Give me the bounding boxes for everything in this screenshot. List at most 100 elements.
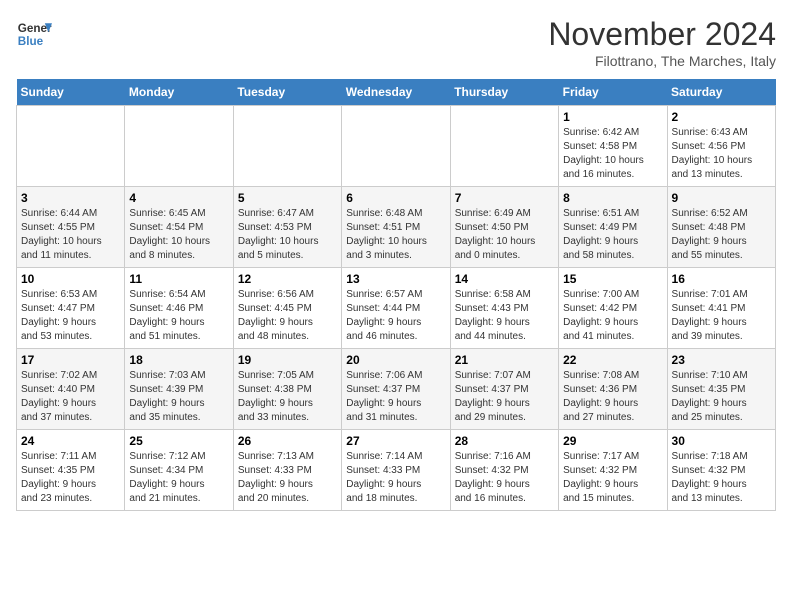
logo-icon: General Blue: [16, 16, 52, 52]
day-info: Sunrise: 7:13 AM Sunset: 4:33 PM Dayligh…: [238, 450, 337, 506]
calendar-day-22: 22Sunrise: 7:08 AM Sunset: 4:36 PM Dayli…: [559, 349, 667, 430]
day-number: 1: [563, 110, 662, 124]
weekday-header-wednesday: Wednesday: [342, 79, 450, 106]
calendar-day-13: 13 Sunrise: 6:57 AM Sunset: 4:44 PM Dayli…: [342, 268, 450, 349]
location-subtitle: Filottrano, The Marches, Italy: [548, 53, 776, 69]
calendar-day-6: 6 Sunrise: 6:48 AM Sunset: 4:51 PM Daylig…: [342, 187, 450, 268]
day-number: 4: [129, 191, 228, 205]
day-number: 8: [563, 191, 662, 205]
day-info: Sunrise: 7:12 AM Sunset: 4:34 PM Dayligh…: [129, 450, 228, 506]
svg-text:Blue: Blue: [18, 35, 44, 48]
calendar-week-row: 3Sunrise: 6:44 AM Sunset: 4:55 PM Daylig…: [17, 187, 776, 268]
day-number: 12: [238, 272, 337, 286]
calendar-day-18: 18 Sunrise: 7:03 AM Sunset: 4:39 PM Dayli…: [125, 349, 233, 430]
calendar-day-4: 4 Sunrise: 6:45 AM Sunset: 4:54 PM Daylig…: [125, 187, 233, 268]
day-info: Sunrise: 7:07 AM Sunset: 4:37 PM Dayligh…: [455, 369, 554, 425]
calendar-day-empty: [125, 106, 233, 187]
day-info: Sunrise: 7:14 AM Sunset: 4:33 PM Dayligh…: [346, 450, 445, 506]
day-number: 2: [672, 110, 771, 124]
day-info: Sunrise: 6:45 AM Sunset: 4:54 PM Dayligh…: [129, 207, 228, 263]
day-number: 23: [672, 353, 771, 367]
day-number: 15: [563, 272, 662, 286]
day-number: 21: [455, 353, 554, 367]
day-number: 29: [563, 434, 662, 448]
calendar-day-8: 8Sunrise: 6:51 AM Sunset: 4:49 PM Daylig…: [559, 187, 667, 268]
day-info: Sunrise: 7:17 AM Sunset: 4:32 PM Dayligh…: [563, 450, 662, 506]
day-info: Sunrise: 6:49 AM Sunset: 4:50 PM Dayligh…: [455, 207, 554, 263]
day-info: Sunrise: 6:56 AM Sunset: 4:45 PM Dayligh…: [238, 288, 337, 344]
calendar-day-7: 7 Sunrise: 6:49 AM Sunset: 4:50 PM Daylig…: [450, 187, 558, 268]
calendar-day-empty: [233, 106, 341, 187]
calendar-day-10: 10 Sunrise: 6:53 AM Sunset: 4:47 PM Dayli…: [17, 268, 125, 349]
day-info: Sunrise: 7:06 AM Sunset: 4:37 PM Dayligh…: [346, 369, 445, 425]
calendar-day-25: 25 Sunrise: 7:12 AM Sunset: 4:34 PM Dayli…: [125, 430, 233, 511]
day-number: 25: [129, 434, 228, 448]
day-info: Sunrise: 7:11 AM Sunset: 4:35 PM Dayligh…: [21, 450, 120, 506]
calendar-day-24: 24 Sunrise: 7:11 AM Sunset: 4:35 PM Dayli…: [17, 430, 125, 511]
calendar-day-21: 21 Sunrise: 7:07 AM Sunset: 4:37 PM Dayli…: [450, 349, 558, 430]
day-number: 14: [455, 272, 554, 286]
day-info: Sunrise: 7:10 AM Sunset: 4:35 PM Dayligh…: [672, 369, 771, 425]
calendar-week-row: 17 Sunrise: 7:02 AM Sunset: 4:40 PM Dayli…: [17, 349, 776, 430]
day-number: 11: [129, 272, 228, 286]
weekday-header-saturday: Saturday: [667, 79, 775, 106]
calendar-day-16: 16 Sunrise: 7:01 AM Sunset: 4:41 PM Dayli…: [667, 268, 775, 349]
calendar-day-29: 29 Sunrise: 7:17 AM Sunset: 4:32 PM Dayli…: [559, 430, 667, 511]
day-info: Sunrise: 7:00 AM Sunset: 4:42 PM Dayligh…: [563, 288, 662, 344]
day-number: 5: [238, 191, 337, 205]
weekday-header-sunday: Sunday: [17, 79, 125, 106]
day-info: Sunrise: 6:54 AM Sunset: 4:46 PM Dayligh…: [129, 288, 228, 344]
calendar-day-27: 27 Sunrise: 7:14 AM Sunset: 4:33 PM Dayli…: [342, 430, 450, 511]
day-number: 28: [455, 434, 554, 448]
day-number: 10: [21, 272, 120, 286]
day-info: Sunrise: 7:16 AM Sunset: 4:32 PM Dayligh…: [455, 450, 554, 506]
calendar-day-3: 3Sunrise: 6:44 AM Sunset: 4:55 PM Daylig…: [17, 187, 125, 268]
day-info: Sunrise: 7:03 AM Sunset: 4:39 PM Dayligh…: [129, 369, 228, 425]
day-number: 6: [346, 191, 445, 205]
calendar-day-23: 23 Sunrise: 7:10 AM Sunset: 4:35 PM Dayli…: [667, 349, 775, 430]
calendar-day-14: 14 Sunrise: 6:58 AM Sunset: 4:43 PM Dayli…: [450, 268, 558, 349]
day-number: 13: [346, 272, 445, 286]
calendar-day-28: 28 Sunrise: 7:16 AM Sunset: 4:32 PM Dayli…: [450, 430, 558, 511]
calendar-day-12: 12 Sunrise: 6:56 AM Sunset: 4:45 PM Dayli…: [233, 268, 341, 349]
day-info: Sunrise: 7:02 AM Sunset: 4:40 PM Dayligh…: [21, 369, 120, 425]
day-info: Sunrise: 6:53 AM Sunset: 4:47 PM Dayligh…: [21, 288, 120, 344]
day-number: 16: [672, 272, 771, 286]
calendar-day-20: 20 Sunrise: 7:06 AM Sunset: 4:37 PM Dayli…: [342, 349, 450, 430]
calendar-day-19: 19Sunrise: 7:05 AM Sunset: 4:38 PM Dayli…: [233, 349, 341, 430]
calendar-day-30: 30Sunrise: 7:18 AM Sunset: 4:32 PM Dayli…: [667, 430, 775, 511]
weekday-header-friday: Friday: [559, 79, 667, 106]
day-info: Sunrise: 6:48 AM Sunset: 4:51 PM Dayligh…: [346, 207, 445, 263]
day-number: 7: [455, 191, 554, 205]
calendar-day-empty: [342, 106, 450, 187]
title-block: November 2024 Filottrano, The Marches, I…: [548, 16, 776, 69]
day-number: 20: [346, 353, 445, 367]
day-number: 27: [346, 434, 445, 448]
day-info: Sunrise: 6:58 AM Sunset: 4:43 PM Dayligh…: [455, 288, 554, 344]
day-info: Sunrise: 6:52 AM Sunset: 4:48 PM Dayligh…: [672, 207, 771, 263]
day-number: 24: [21, 434, 120, 448]
day-number: 3: [21, 191, 120, 205]
day-info: Sunrise: 7:01 AM Sunset: 4:41 PM Dayligh…: [672, 288, 771, 344]
calendar-day-empty: [17, 106, 125, 187]
weekday-header-thursday: Thursday: [450, 79, 558, 106]
calendar-day-2: 2 Sunrise: 6:43 AM Sunset: 4:56 PM Daylig…: [667, 106, 775, 187]
calendar-day-15: 15 Sunrise: 7:00 AM Sunset: 4:42 PM Dayli…: [559, 268, 667, 349]
day-number: 17: [21, 353, 120, 367]
day-info: Sunrise: 6:42 AM Sunset: 4:58 PM Dayligh…: [563, 126, 662, 182]
day-number: 9: [672, 191, 771, 205]
calendar-day-5: 5Sunrise: 6:47 AM Sunset: 4:53 PM Daylig…: [233, 187, 341, 268]
calendar-table: SundayMondayTuesdayWednesdayThursdayFrid…: [16, 79, 776, 511]
calendar-week-row: 1 Sunrise: 6:42 AM Sunset: 4:58 PM Daylig…: [17, 106, 776, 187]
calendar-day-1: 1 Sunrise: 6:42 AM Sunset: 4:58 PM Daylig…: [559, 106, 667, 187]
day-info: Sunrise: 6:43 AM Sunset: 4:56 PM Dayligh…: [672, 126, 771, 182]
day-info: Sunrise: 7:05 AM Sunset: 4:38 PM Dayligh…: [238, 369, 337, 425]
day-info: Sunrise: 6:57 AM Sunset: 4:44 PM Dayligh…: [346, 288, 445, 344]
logo: General Blue: [16, 16, 52, 52]
day-number: 18: [129, 353, 228, 367]
day-info: Sunrise: 7:08 AM Sunset: 4:36 PM Dayligh…: [563, 369, 662, 425]
weekday-header-tuesday: Tuesday: [233, 79, 341, 106]
calendar-day-26: 26Sunrise: 7:13 AM Sunset: 4:33 PM Dayli…: [233, 430, 341, 511]
weekday-header-row: SundayMondayTuesdayWednesdayThursdayFrid…: [17, 79, 776, 106]
day-number: 30: [672, 434, 771, 448]
